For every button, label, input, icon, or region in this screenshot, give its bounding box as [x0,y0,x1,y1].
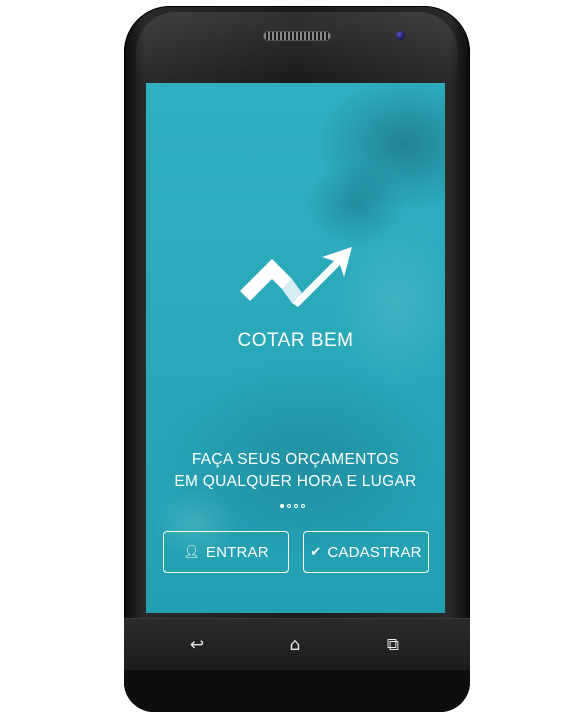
carousel-indicator [280,504,305,508]
carousel-dot[interactable] [301,504,305,508]
carousel-dot[interactable] [280,504,284,508]
carousel-dot[interactable] [287,504,291,508]
tagline: FAÇA SEUS ORÇAMENTOS EM QUALQUER HORA E … [146,449,445,493]
recents-icon[interactable]: ⧉ [383,636,403,654]
home-icon[interactable]: ⌂ [285,636,305,654]
login-button-label: ENTRAR [205,543,269,561]
app-screen: COTAR BEM FAÇA SEUS ORÇAMENTOS EM QUALQU… [146,83,445,613]
tagline-line-1: FAÇA SEUS ORÇAMENTOS [191,451,400,468]
user-icon: 👤︎ [183,544,200,560]
carousel-dot[interactable] [294,504,298,508]
phone-gloss [136,12,458,82]
front-camera [396,31,405,40]
login-button[interactable]: 👤︎ ENTRAR [163,531,289,573]
back-icon[interactable]: ↩ [187,636,207,654]
tagline-line-2: EM QUALQUER HORA E LUGAR [174,473,417,490]
check-icon: ✔ [310,544,322,560]
phone-chin [124,670,470,712]
app-name: COTAR BEM [237,330,354,351]
phone-speaker [264,32,330,40]
signup-button[interactable]: ✔ CADASTRAR [303,531,429,573]
logo-icon [240,247,352,307]
signup-button-label: CADASTRAR [327,543,422,561]
